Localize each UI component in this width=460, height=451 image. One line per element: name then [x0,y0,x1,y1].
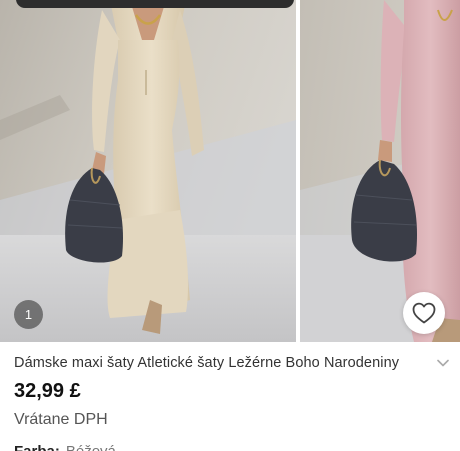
product-info: Dámske maxi šaty Atletické šaty Ležérne … [0,342,460,451]
color-attribute-value: Béžová [66,443,116,451]
wishlist-button[interactable] [403,292,445,334]
beige-dress-photo [0,0,296,342]
color-attribute-label: Farba: [14,443,60,451]
heart-icon [412,302,436,324]
color-attribute-row[interactable]: Farba: Béžová [14,443,116,451]
product-title: Dámske maxi šaty Atletické šaty Ležérne … [14,355,400,371]
pink-dress-photo [300,0,460,342]
product-image-beige[interactable] [0,0,296,342]
product-price: 32,99 £ [14,380,81,402]
product-title-row[interactable]: Dámske maxi šaty Atletické šaty Ležérne … [14,353,450,373]
top-overlay-bar [16,0,294,8]
tax-note: Vrátane DPH [14,411,108,428]
image-index-badge: 1 [14,300,43,329]
product-image-gallery[interactable]: 1 [0,0,460,342]
product-image-pink[interactable] [300,0,460,342]
chevron-down-icon[interactable] [436,356,450,370]
